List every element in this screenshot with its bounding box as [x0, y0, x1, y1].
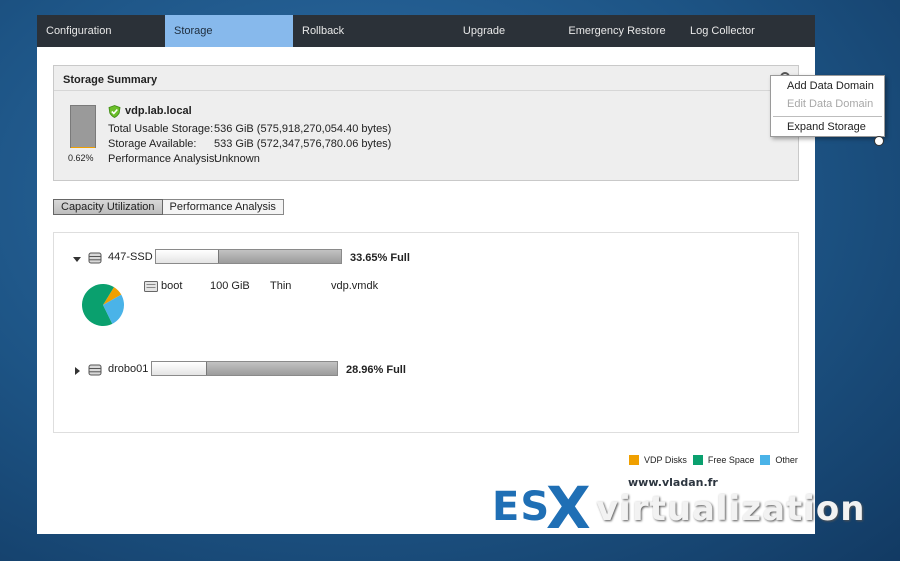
datastore-name[interactable]: drobo01: [108, 363, 148, 375]
storage-summary-title: Storage Summary: [63, 74, 158, 86]
storage-usage-gauge: [70, 105, 96, 148]
performance-analysis-label: Performance Analysis:: [108, 153, 218, 165]
disk-file: vdp.vmdk: [331, 280, 379, 292]
performance-analysis-value: Unknown: [214, 153, 260, 165]
datastore-capacity-bar: [151, 361, 338, 376]
chevron-right-icon[interactable]: [75, 367, 80, 375]
cursor-icon: [874, 136, 884, 146]
shield-check-icon: [108, 105, 121, 118]
datastore-fill-label: 28.96% Full: [346, 364, 406, 376]
legend-label-other: Other: [775, 455, 798, 465]
vdp-window: Configuration Storage Rollback Upgrade E…: [37, 15, 815, 534]
chevron-down-icon[interactable]: [73, 257, 81, 262]
tab-log-collector[interactable]: Log Collector: [686, 15, 815, 47]
datastore-capacity-bar: [155, 249, 342, 264]
legend-swatch: [629, 455, 639, 465]
legend-label-free-space: Free Space: [707, 455, 755, 465]
watermark-logo-x: X: [546, 474, 591, 542]
divider: [54, 90, 798, 91]
view-toggle: Capacity Utilization Performance Analysi…: [53, 199, 284, 215]
capacity-panel: 447-SSD 33.65% Full boot 100 GiB Thin vd…: [53, 232, 799, 433]
storage-available-label: Storage Available:: [108, 138, 197, 150]
watermark-logo-virtualization: virtualization: [596, 489, 866, 529]
capacity-used-fill: [205, 362, 337, 375]
tab-configuration[interactable]: Configuration: [37, 15, 165, 47]
datastore-usage-pie: [82, 284, 124, 326]
add-data-domain-menu-item[interactable]: Add Data Domain: [787, 80, 874, 92]
edit-data-domain-menu-item: Edit Data Domain: [787, 98, 874, 110]
gauge-percent-label: 0.62%: [68, 153, 94, 163]
watermark-logo-es: ES: [492, 484, 551, 530]
capacity-used-fill: [218, 250, 341, 263]
legend-swatch: [692, 455, 703, 465]
capacity-utilization-button[interactable]: Capacity Utilization: [53, 199, 163, 215]
total-usable-storage-label: Total Usable Storage:: [108, 123, 214, 135]
tab-storage[interactable]: Storage: [165, 15, 293, 47]
storage-context-menu: Add Data Domain Edit Data Domain Expand …: [770, 75, 885, 137]
total-usable-storage-value: 536 GiB (575,918,270,054.40 bytes): [214, 123, 392, 135]
database-icon: [88, 364, 102, 376]
disk-icon: [144, 281, 158, 292]
expand-storage-menu-item[interactable]: Expand Storage: [787, 121, 866, 133]
disk-size: 100 GiB: [210, 280, 250, 292]
pie-legend: VDP Disks Free Space Other: [629, 455, 798, 465]
storage-summary-panel: Storage Summary 0.62% vdp.lab.local Tota…: [53, 65, 799, 181]
tab-rollback[interactable]: Rollback: [293, 15, 420, 47]
performance-analysis-button[interactable]: Performance Analysis: [162, 199, 284, 215]
datastore-fill-label: 33.65% Full: [350, 252, 410, 264]
main-tab-bar: Configuration Storage Rollback Upgrade E…: [37, 15, 815, 47]
watermark-url: www.vladan.fr: [628, 476, 718, 489]
menu-divider: [773, 116, 882, 117]
tab-upgrade[interactable]: Upgrade: [420, 15, 548, 47]
legend-swatch: [760, 455, 771, 465]
storage-available-value: 533 GiB (572,347,576,780.06 bytes): [214, 138, 392, 150]
disk-provisioning: Thin: [270, 280, 292, 292]
database-icon: [88, 252, 102, 264]
tab-emergency-restore[interactable]: Emergency Restore: [548, 15, 686, 47]
disk-name: boot: [161, 280, 183, 292]
legend-label-vdp-disks: VDP Disks: [644, 455, 687, 465]
datastore-name[interactable]: 447-SSD: [108, 251, 153, 263]
host-name: vdp.lab.local: [125, 105, 192, 117]
